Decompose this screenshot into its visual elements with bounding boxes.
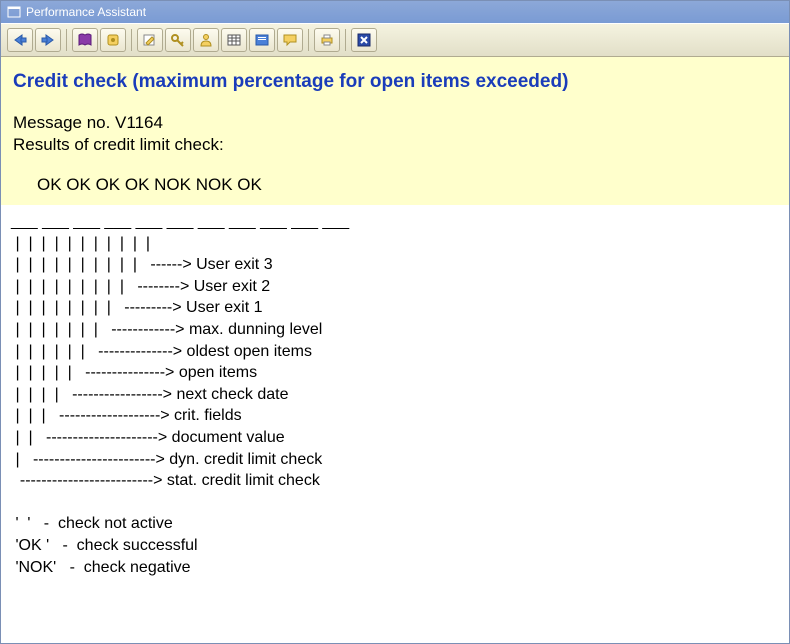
- book-button[interactable]: [72, 28, 98, 52]
- close-button[interactable]: [351, 28, 377, 52]
- wrench-icon: [105, 33, 121, 47]
- arrow-left-icon: [12, 33, 28, 47]
- separator: [308, 29, 309, 51]
- print-button[interactable]: [314, 28, 340, 52]
- chat-icon: [282, 33, 298, 47]
- separator: [131, 29, 132, 51]
- chat-button[interactable]: [277, 28, 303, 52]
- results-header: Results of credit limit check:: [13, 135, 777, 155]
- titlebar: Performance Assistant: [1, 1, 789, 23]
- back-button[interactable]: [7, 28, 33, 52]
- message-title: Credit check (maximum percentage for ope…: [13, 71, 777, 93]
- edit-button[interactable]: [137, 28, 163, 52]
- key-button[interactable]: [165, 28, 191, 52]
- window-title: Performance Assistant: [26, 5, 146, 19]
- results-values: OK OK OK OK NOK NOK OK: [13, 175, 777, 195]
- pencil-icon: [142, 33, 158, 47]
- arrow-right-icon: [40, 33, 56, 47]
- tree-panel: ___ ___ ___ ___ ___ ___ ___ ___ ___ ___ …: [1, 205, 789, 588]
- close-box-icon: [356, 33, 372, 47]
- forward-button[interactable]: [35, 28, 61, 52]
- separator: [66, 29, 67, 51]
- message-panel: Credit check (maximum percentage for ope…: [1, 57, 789, 205]
- separator: [345, 29, 346, 51]
- message-number: Message no. V1164: [13, 113, 777, 133]
- person-icon: [198, 33, 214, 47]
- key-icon: [170, 33, 186, 47]
- note-icon: [254, 33, 270, 47]
- window-icon: [7, 5, 21, 19]
- book-icon: [77, 33, 93, 47]
- tech-info-button[interactable]: [100, 28, 126, 52]
- grid-icon: [226, 33, 242, 47]
- print-icon: [319, 33, 335, 47]
- toolbar: [1, 23, 789, 57]
- grid-button[interactable]: [221, 28, 247, 52]
- note-button[interactable]: [249, 28, 275, 52]
- person-button[interactable]: [193, 28, 219, 52]
